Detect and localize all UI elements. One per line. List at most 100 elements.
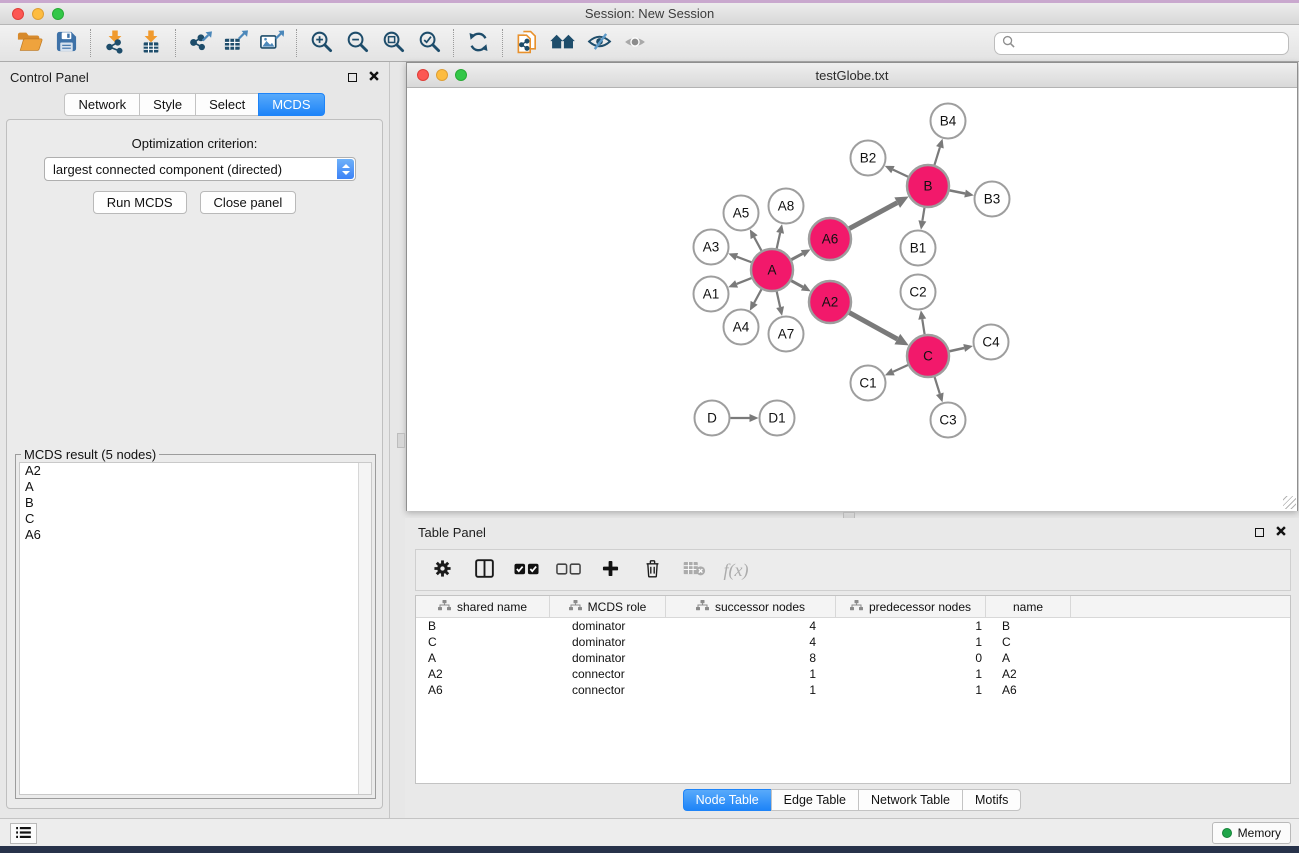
mcds-result-item[interactable]: B xyxy=(20,495,371,511)
edge-C-C2[interactable] xyxy=(922,319,924,334)
table-cell[interactable]: 4 xyxy=(666,634,836,650)
table-row[interactable]: Bdominator41B xyxy=(416,618,1290,634)
close-window-button[interactable] xyxy=(12,8,24,20)
minimize-window-button[interactable] xyxy=(32,8,44,20)
run-mcds-button[interactable]: Run MCDS xyxy=(93,191,187,214)
edge-B-B4[interactable] xyxy=(934,147,939,165)
tab-style[interactable]: Style xyxy=(139,93,195,116)
table-cell[interactable]: 8 xyxy=(666,650,836,666)
task-history-button[interactable] xyxy=(10,823,37,844)
table-cell[interactable]: B xyxy=(986,618,1071,634)
edge-A-A4[interactable] xyxy=(754,289,761,303)
edge-C-C1[interactable] xyxy=(893,365,908,372)
mcds-result-item[interactable]: A xyxy=(20,479,371,495)
table-cell[interactable]: A2 xyxy=(416,666,550,682)
table-cell[interactable]: 1 xyxy=(666,682,836,698)
memory-button[interactable]: Memory xyxy=(1212,822,1291,844)
float-panel-icon[interactable] xyxy=(348,73,357,82)
search-box[interactable] xyxy=(994,32,1289,55)
ndex-home-button[interactable] xyxy=(545,27,581,59)
open-file-button[interactable] xyxy=(12,27,48,59)
edge-B-B2[interactable] xyxy=(893,170,908,177)
mcds-result-item[interactable]: A6 xyxy=(20,527,371,543)
tab-network[interactable]: Network xyxy=(64,93,139,116)
edge-A6-B[interactable] xyxy=(849,203,897,229)
column-header-successor-nodes[interactable]: successor nodes xyxy=(666,596,836,617)
table-cell[interactable]: A6 xyxy=(986,682,1071,698)
table-row[interactable]: A6connector11A6 xyxy=(416,682,1290,698)
table-row[interactable]: A2connector11A2 xyxy=(416,666,1290,682)
column-settings-button[interactable] xyxy=(428,555,456,585)
table-cell[interactable]: dominator xyxy=(550,618,666,634)
column-panel-button[interactable] xyxy=(470,555,498,585)
table-close-panel-icon[interactable] xyxy=(1276,523,1286,541)
close-panel-icon[interactable] xyxy=(369,68,379,86)
table-cell[interactable]: dominator xyxy=(550,634,666,650)
network-window-titlebar[interactable]: testGlobe.txt xyxy=(407,63,1297,88)
mcds-result-item[interactable]: A2 xyxy=(20,463,371,479)
edge-A-A1[interactable] xyxy=(737,278,752,284)
table-cell[interactable]: 1 xyxy=(836,666,986,682)
table-cell[interactable]: connector xyxy=(550,666,666,682)
edge-A-A8[interactable] xyxy=(777,233,780,249)
import-table-button[interactable] xyxy=(133,27,169,59)
export-table-button[interactable] xyxy=(218,27,254,59)
edge-A2-C[interactable] xyxy=(849,313,897,339)
edge-B-B3[interactable] xyxy=(950,190,965,193)
edge-A-A3[interactable] xyxy=(737,257,752,263)
table-cell[interactable]: A xyxy=(416,650,550,666)
hide-selected-button[interactable] xyxy=(581,27,617,59)
export-network-button[interactable] xyxy=(182,27,218,59)
column-header-shared-name[interactable]: shared name xyxy=(416,596,550,617)
edge-C-C4[interactable] xyxy=(949,348,964,351)
table-cell[interactable]: B xyxy=(416,618,550,634)
zoom-selected-button[interactable] xyxy=(411,27,447,59)
tab-node-table[interactable]: Node Table xyxy=(683,789,771,811)
apply-layout-button[interactable] xyxy=(460,27,496,59)
table-cell[interactable]: connector xyxy=(550,682,666,698)
table-float-panel-icon[interactable] xyxy=(1255,528,1264,537)
zoom-out-button[interactable] xyxy=(339,27,375,59)
column-header-name[interactable]: name xyxy=(986,596,1071,617)
select-all-columns-button[interactable] xyxy=(512,555,540,585)
search-input[interactable] xyxy=(1019,37,1281,51)
table-cell[interactable]: A6 xyxy=(416,682,550,698)
export-image-button[interactable] xyxy=(254,27,290,59)
tab-network-table[interactable]: Network Table xyxy=(858,789,962,811)
tab-motifs[interactable]: Motifs xyxy=(962,789,1021,811)
close-panel-button[interactable]: Close panel xyxy=(200,191,297,214)
edge-B-B1[interactable] xyxy=(922,208,924,221)
tab-edge-table[interactable]: Edge Table xyxy=(771,789,858,811)
column-header-predecessor-nodes[interactable]: predecessor nodes xyxy=(836,596,986,617)
table-cell[interactable]: 0 xyxy=(836,650,986,666)
network-close-button[interactable] xyxy=(417,69,429,81)
table-cell[interactable]: dominator xyxy=(550,650,666,666)
mcds-result-list[interactable]: A2ABCA6 xyxy=(19,462,372,795)
delete-columns-button[interactable] xyxy=(638,555,666,585)
edge-A-A7[interactable] xyxy=(777,291,780,307)
column-header-MCDS-role[interactable]: MCDS role xyxy=(550,596,666,617)
table-cell[interactable]: 1 xyxy=(836,618,986,634)
tab-mcds[interactable]: MCDS xyxy=(258,93,324,116)
network-graph[interactable]: B4B2BB3A8A5A6B1A3AA1C2A2A4A7C4CC1C3DD1 xyxy=(407,88,1297,511)
table-cell[interactable]: 1 xyxy=(836,682,986,698)
table-cell[interactable]: 4 xyxy=(666,618,836,634)
add-column-button[interactable] xyxy=(596,555,624,585)
table-row[interactable]: Cdominator41C xyxy=(416,634,1290,650)
import-network-button[interactable] xyxy=(97,27,133,59)
zoom-in-button[interactable] xyxy=(303,27,339,59)
table-cell[interactable]: A2 xyxy=(986,666,1071,682)
window-resize-grip[interactable] xyxy=(1283,496,1296,509)
deselect-all-columns-button[interactable] xyxy=(554,555,582,585)
table-cell[interactable]: C xyxy=(416,634,550,650)
network-maximize-button[interactable] xyxy=(455,69,467,81)
edge-A-A6[interactable] xyxy=(791,254,802,260)
vertical-split-handle[interactable] xyxy=(397,433,405,448)
zoom-fit-button[interactable] xyxy=(375,27,411,59)
save-session-button[interactable] xyxy=(48,27,84,59)
table-cell[interactable]: 1 xyxy=(666,666,836,682)
network-canvas[interactable]: B4B2BB3A8A5A6B1A3AA1C2A2A4A7C4CC1C3DD1 xyxy=(407,88,1297,511)
show-all-button[interactable] xyxy=(617,27,653,59)
maximize-window-button[interactable] xyxy=(52,8,64,20)
new-network-document-button[interactable] xyxy=(509,27,545,59)
